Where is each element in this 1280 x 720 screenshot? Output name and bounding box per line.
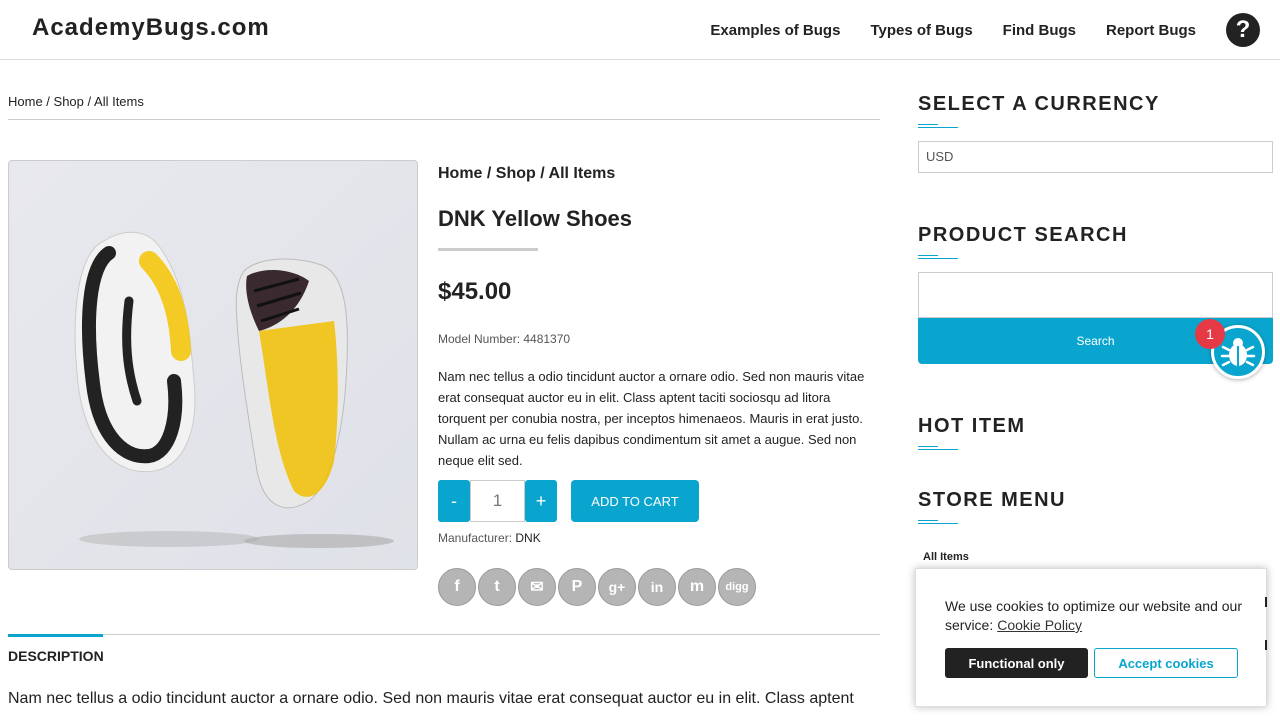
product-short-description: Nam nec tellus a odio tincidunt auctor a…	[438, 369, 865, 468]
breadcrumb-shop[interactable]: Shop	[54, 94, 84, 109]
product-search-input[interactable]	[918, 272, 1273, 318]
title-underline	[438, 248, 538, 251]
currency-heading-underline	[918, 124, 958, 128]
accept-cookies-button[interactable]: Accept cookies	[1094, 648, 1238, 678]
cookie-consent-panel: We use cookies to optimize our website a…	[915, 568, 1267, 707]
pinterest-icon[interactable]: P	[558, 568, 596, 606]
search-heading: PRODUCT SEARCH	[918, 224, 1128, 246]
cookie-message-text: We use cookies to optimize our website a…	[945, 598, 1243, 633]
store-menu-heading-underline	[918, 520, 958, 524]
nav-report-bugs[interactable]: Report Bugs	[1106, 22, 1196, 39]
site-header: AcademyBugs.com Examples of Bugs Types o…	[0, 0, 1280, 60]
sneaker-image	[74, 231, 394, 548]
bug-icon	[1220, 338, 1256, 367]
store-menu-heading: STORE MENU	[918, 489, 1066, 511]
googleplus-icon[interactable]: g+	[598, 568, 636, 606]
currency-select[interactable]: USD	[918, 141, 1273, 173]
main-nav: Examples of Bugs Types of Bugs Find Bugs…	[680, 13, 1260, 47]
manufacturer: Manufacturer: DNK	[438, 531, 541, 545]
cookie-message: We use cookies to optimize our website a…	[945, 597, 1245, 635]
breadcrumb-current: / All Items	[83, 94, 144, 109]
manufacturer-link[interactable]: DNK	[515, 531, 540, 545]
bug-count-badge: 1	[1195, 319, 1225, 349]
digg-icon[interactable]: digg	[718, 568, 756, 606]
nav-examples-of-bugs[interactable]: Examples of Bugs	[710, 22, 840, 39]
nav-find-bugs[interactable]: Find Bugs	[1003, 22, 1076, 39]
myspace-icon[interactable]: m	[678, 568, 716, 606]
quantity-input[interactable]	[470, 480, 525, 522]
model-number: Model Number: 4481370	[438, 332, 571, 346]
site-logo[interactable]: AcademyBugs.com	[32, 14, 270, 42]
product-title: DNK Yellow Shoes	[438, 206, 632, 231]
breadcrumb-divider	[8, 119, 880, 120]
breadcrumb-home[interactable]: Home	[8, 94, 43, 109]
breadcrumb-separator: /	[42, 94, 54, 109]
tab-description[interactable]: DESCRIPTION	[8, 648, 104, 664]
hot-item-heading-underline	[918, 446, 958, 450]
tabs-divider	[8, 634, 880, 635]
hidden-menu-edge	[1265, 597, 1267, 607]
nav-types-of-bugs[interactable]: Types of Bugs	[870, 22, 972, 39]
facebook-icon[interactable]: f	[438, 568, 476, 606]
linkedin-icon[interactable]: in	[638, 568, 676, 606]
product-breadcrumb[interactable]: Home / Shop / All Items	[438, 165, 615, 183]
hot-item-heading: HOT ITEM	[918, 415, 1026, 437]
quantity-decrease-button[interactable]: -	[438, 480, 470, 522]
store-menu-item-all-items[interactable]: All Items	[923, 551, 969, 563]
product-image[interactable]	[8, 160, 418, 570]
cookie-policy-link[interactable]: Cookie Policy	[997, 617, 1082, 633]
search-heading-underline	[918, 255, 958, 259]
currency-heading: SELECT A CURRENCY	[918, 93, 1160, 115]
add-to-cart-button[interactable]: ADD TO CART	[571, 480, 699, 522]
social-share: f t ✉ P g+ in m digg	[438, 568, 758, 606]
twitter-icon[interactable]: t	[478, 568, 516, 606]
hidden-menu-edge	[1265, 640, 1267, 650]
product-price: $45.00	[438, 278, 512, 305]
description-text: Nam nec tellus a odio tincidunt auctor a…	[8, 690, 854, 707]
question-circle-icon[interactable]: ?	[1226, 13, 1260, 47]
manufacturer-label: Manufacturer:	[438, 531, 516, 545]
email-icon[interactable]: ✉	[518, 568, 556, 606]
functional-only-button[interactable]: Functional only	[945, 648, 1088, 678]
tab-active-indicator	[8, 634, 103, 637]
quantity-increase-button[interactable]: +	[525, 480, 557, 522]
breadcrumb: Home / Shop / All Items	[8, 94, 144, 109]
